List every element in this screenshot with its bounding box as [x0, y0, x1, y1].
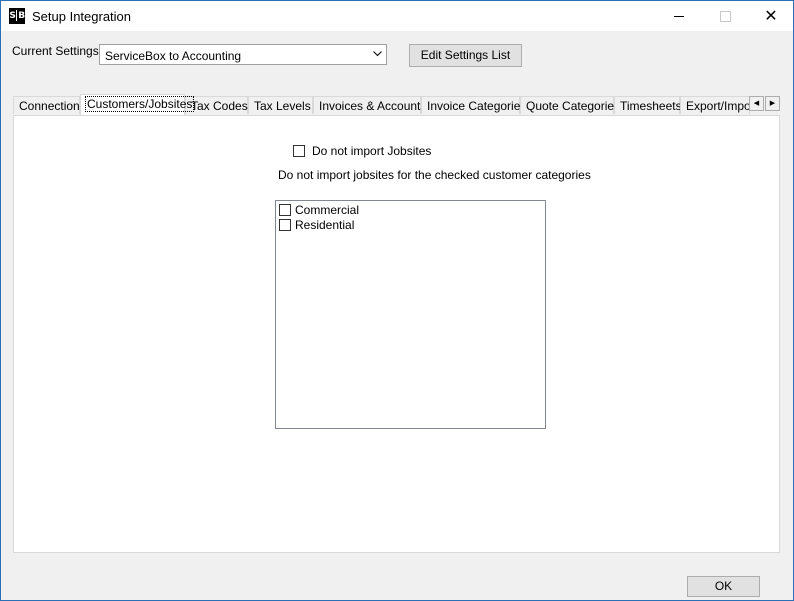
app-logo-icon: SB — [9, 8, 25, 24]
window-title: Setup Integration — [32, 9, 132, 24]
do-not-import-jobsites-label[interactable]: Do not import Jobsites — [312, 144, 431, 158]
arrow-right-icon: ▶ — [769, 99, 776, 107]
tab-invoice-categories[interactable]: Invoice Categories — [421, 96, 526, 114]
tab-label: Invoice Categories — [427, 99, 527, 113]
close-button[interactable]: ✕ — [748, 1, 794, 31]
current-settings-value: ServiceBox to Accounting — [105, 49, 242, 63]
maximize-button[interactable] — [702, 1, 748, 31]
arrow-left-icon: ◀ — [753, 99, 760, 107]
tab-scroll-left-button[interactable]: ◀ — [749, 96, 764, 111]
tab-tax-levels[interactable]: Tax Levels — [248, 96, 313, 114]
tab-label: Customers/Jobsites — [84, 96, 195, 112]
tab-label: Tax Levels — [254, 99, 311, 113]
tab-label: Timesheets — [620, 99, 682, 113]
current-settings-label: Current Settings — [12, 44, 99, 58]
customer-categories-list[interactable]: Commercial Residential — [275, 200, 546, 429]
chevron-down-icon — [373, 51, 382, 57]
category-checkbox-residential[interactable] — [279, 219, 291, 231]
close-icon: ✕ — [764, 6, 778, 25]
tab-customers-jobsites[interactable]: Customers/Jobsites — [80, 94, 195, 115]
ok-button[interactable]: OK — [687, 576, 760, 597]
combo-dropdown-button[interactable] — [368, 45, 386, 64]
setup-integration-window: SB Setup Integration ✕ Current Settings … — [0, 0, 794, 601]
tab-scroll-right-button[interactable]: ▶ — [765, 96, 780, 111]
tab-quote-categories[interactable]: Quote Categories — [520, 96, 620, 114]
tab-invoices-accounts[interactable]: Invoices & Accounts — [313, 96, 426, 114]
tab-label: Quote Categories — [526, 99, 621, 113]
tab-label: Connection — [19, 99, 80, 113]
tab-tax-codes[interactable]: Tax Codes — [185, 96, 248, 114]
title-bar: SB Setup Integration ✕ — [1, 1, 793, 31]
minimize-button[interactable] — [656, 1, 702, 31]
do-not-import-jobsites-checkbox[interactable] — [293, 145, 305, 157]
minimize-icon — [674, 16, 684, 17]
maximize-icon — [720, 11, 731, 22]
category-checkbox-commercial[interactable] — [279, 204, 291, 216]
tab-export-import[interactable]: Export/Impor — [680, 96, 750, 114]
category-label-commercial[interactable]: Commercial — [295, 203, 359, 217]
tab-connection[interactable]: Connection — [13, 96, 80, 114]
tab-label: Tax Codes — [191, 99, 248, 113]
tab-timesheets[interactable]: Timesheets — [614, 96, 682, 114]
edit-settings-list-button[interactable]: Edit Settings List — [409, 44, 522, 67]
current-settings-combo[interactable]: ServiceBox to Accounting — [99, 44, 387, 65]
tab-label: Invoices & Accounts — [319, 99, 427, 113]
categories-description: Do not import jobsites for the checked c… — [278, 168, 591, 182]
category-label-residential[interactable]: Residential — [295, 218, 354, 232]
tab-label: Export/Impor — [686, 99, 750, 113]
